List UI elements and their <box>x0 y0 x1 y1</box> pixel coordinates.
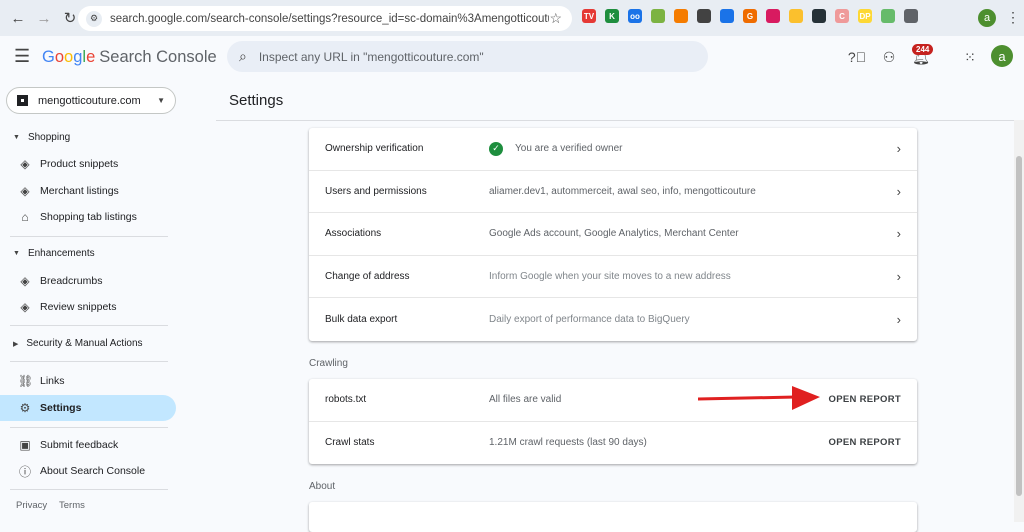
settings-row-users[interactable]: Users and permissions aliamer.dev1, auto… <box>309 171 917 214</box>
nav-divider <box>10 236 168 237</box>
chevron-right-icon: › <box>896 226 901 242</box>
c-extension-icon[interactable]: C <box>835 9 849 23</box>
expand-caret-icon: ▼ <box>13 250 20 257</box>
property-settings-card: Ownership verification ✓ You are a verifi… <box>309 128 917 341</box>
layers-icon: ◈ <box>20 184 30 198</box>
header-divider <box>216 120 1016 121</box>
property-name: mengotticouture.com <box>38 94 141 107</box>
manage-users-icon[interactable]: ⚇ <box>880 48 898 66</box>
crawling-row-crawl-stats: Crawl stats 1.21M crawl requests (last 9… <box>325 437 901 449</box>
glasses-extension-icon[interactable] <box>651 9 665 23</box>
settings-row-change-of-address[interactable]: Change of address Inform Google when you… <box>309 256 917 299</box>
nav-item-links[interactable]: ⛓ Links <box>0 368 176 394</box>
dp-extension-icon[interactable]: DP <box>858 9 872 23</box>
about-section-header: About <box>309 481 336 492</box>
apps-grid-icon[interactable]: ⁙ <box>961 48 979 66</box>
address-bar[interactable]: ⚙ search.google.com/search-console/setti… <box>78 6 572 31</box>
chevron-right-icon: › <box>896 269 901 285</box>
terms-link[interactable]: Terms <box>59 500 85 511</box>
tv-extension-icon[interactable]: TV <box>582 9 596 23</box>
nav-item-submit-feedback[interactable]: ▣ Submit feedback <box>0 432 176 458</box>
circle-extension-icon[interactable] <box>674 9 688 23</box>
scrollbar-thumb[interactable] <box>1016 156 1022 496</box>
nav-divider <box>10 427 168 428</box>
back-icon[interactable]: ← <box>6 6 30 30</box>
crawling-row-robots: robots.txt All files are valid OPEN REPO… <box>309 379 917 422</box>
nav-divider <box>10 489 168 490</box>
tag-icon: ⌂ <box>21 210 29 224</box>
help-icon[interactable]: ?⃝ <box>848 48 866 66</box>
nav-divider <box>10 361 168 362</box>
open-report-button[interactable]: OPEN REPORT <box>829 437 901 448</box>
chevron-right-icon: › <box>896 141 901 157</box>
settings-row-associations[interactable]: Associations Google Ads account, Google … <box>309 213 917 256</box>
nav-item-merchant-listings[interactable]: ◈ Merchant listings <box>0 178 176 204</box>
site-info-icon[interactable]: ⚙ <box>86 10 102 27</box>
nav-section-enhancements[interactable]: ▼ Enhancements <box>13 248 95 259</box>
page-scrollbar[interactable] <box>1014 120 1024 522</box>
layers-icon: ◈ <box>20 300 30 314</box>
resize-extension-icon[interactable] <box>881 9 895 23</box>
face-extension-icon[interactable] <box>789 9 803 23</box>
layers-icon: ◈ <box>20 274 30 288</box>
tag-extension-icon[interactable] <box>720 9 734 23</box>
layers-icon: ◈ <box>20 157 30 171</box>
collapsed-caret-icon: ▶ <box>13 340 19 348</box>
account-avatar[interactable]: a <box>991 45 1013 67</box>
chevron-right-icon: › <box>896 183 901 199</box>
expand-caret-icon: ▼ <box>13 134 20 141</box>
browser-menu-icon[interactable]: ⋮ <box>1006 9 1020 26</box>
search-console-logo[interactable]: Google Search Console <box>42 48 217 67</box>
nav-item-settings[interactable]: ⚙ Settings <box>0 395 176 421</box>
forward-icon[interactable]: → <box>32 6 56 30</box>
nav-item-breadcrumbs[interactable]: ◈ Breadcrumbs <box>0 268 176 294</box>
nav-divider <box>10 325 168 326</box>
address-url: search.google.com/search-console/setting… <box>110 12 550 25</box>
heart-extension-icon[interactable] <box>766 9 780 23</box>
chevron-right-icon: › <box>896 312 901 328</box>
links-icon: ⛓ <box>18 374 34 388</box>
main-menu-icon[interactable]: ☰ <box>14 46 30 67</box>
nav-item-review-snippets[interactable]: ◈ Review snippets <box>0 294 176 320</box>
mug-extension-icon[interactable] <box>697 9 711 23</box>
nav-section-shopping[interactable]: ▼ Shopping <box>13 132 70 143</box>
nav-item-about[interactable]: ⓘ About Search Console <box>0 458 176 484</box>
verified-check-icon: ✓ <box>489 141 503 156</box>
oo-extension-icon[interactable]: oo <box>628 9 642 23</box>
crawling-section-header: Crawling <box>309 358 348 369</box>
page-title: Settings <box>229 92 284 109</box>
bookmark-star-icon[interactable]: ☆ <box>549 10 562 27</box>
annotation-arrow <box>698 386 820 410</box>
property-selector[interactable]: mengotticouture.com ▼ <box>6 87 176 114</box>
k-extension-icon[interactable]: K <box>605 9 619 23</box>
notifications-count-badge: 244 <box>912 44 934 55</box>
puzzle-extension-icon[interactable] <box>904 9 918 23</box>
nav-section-security[interactable]: ▶ Security & Manual Actions <box>13 338 143 349</box>
settings-row-bulk-export[interactable]: Bulk data export Daily export of perform… <box>309 298 917 341</box>
extensions-bar: TV Koo G C DP <box>582 9 927 23</box>
url-inspection-search[interactable]: ⌕ Inspect any URL in "mengotticouture.co… <box>227 41 708 72</box>
open-report-button[interactable]: OPEN REPORT <box>829 394 901 405</box>
dropdown-caret-icon: ▼ <box>157 96 165 105</box>
settings-row-ownership[interactable]: Ownership verification ✓ You are a verifi… <box>309 128 917 171</box>
search-placeholder: Inspect any URL in "mengotticouture.com" <box>258 49 484 64</box>
crawling-card: robots.txt All files are valid OPEN REPO… <box>309 379 917 465</box>
nav-item-shopping-tab-listings[interactable]: ⌂ Shopping tab listings <box>0 204 176 230</box>
feedback-icon: ▣ <box>19 438 31 452</box>
about-card <box>309 502 917 532</box>
nav-item-product-snippets[interactable]: ◈ Product snippets <box>0 151 176 177</box>
privacy-link[interactable]: Privacy <box>16 500 47 511</box>
search-icon: ⌕ <box>239 48 247 64</box>
property-icon <box>17 95 28 106</box>
browser-profile-avatar[interactable]: a <box>978 9 996 27</box>
info-icon: ⓘ <box>18 464 31 479</box>
g-extension-icon[interactable]: G <box>743 9 757 23</box>
gear-icon: ⚙ <box>19 401 31 415</box>
dark-extension-icon[interactable] <box>812 9 826 23</box>
